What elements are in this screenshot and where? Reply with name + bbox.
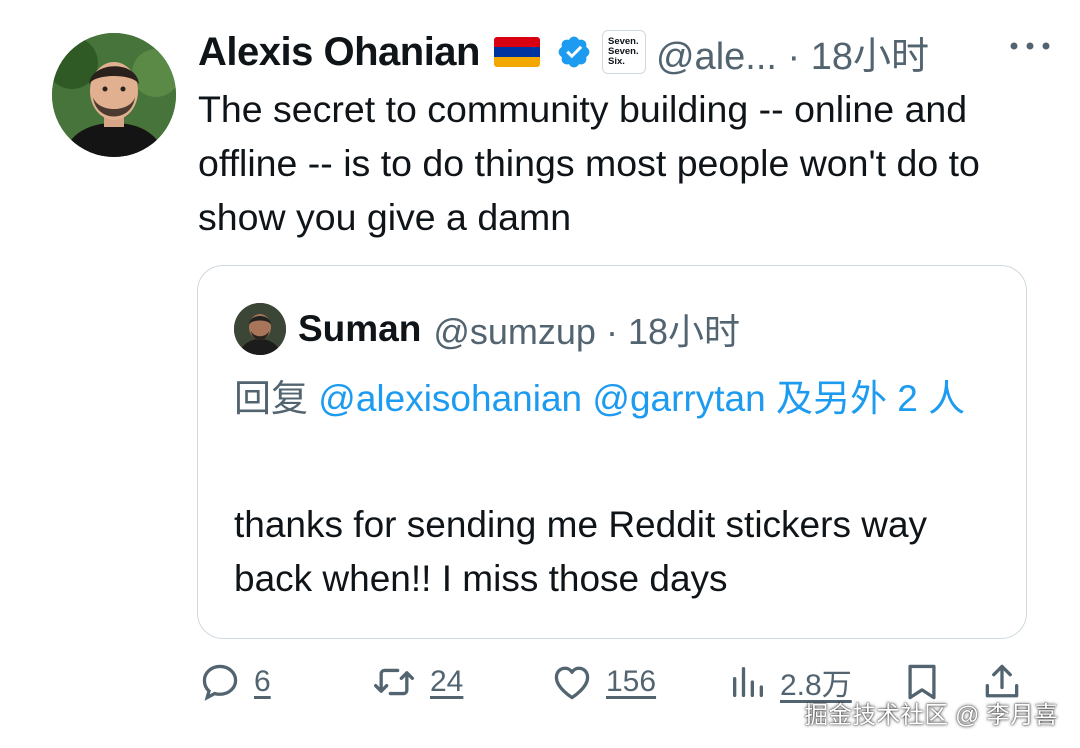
reply-icon bbox=[202, 664, 238, 701]
like-button[interactable]: 156 bbox=[550, 660, 656, 704]
views-bar-chart-icon bbox=[733, 667, 763, 697]
quote-author-name[interactable]: Suman bbox=[298, 308, 421, 350]
author-name[interactable]: Alexis Ohanian bbox=[198, 30, 480, 75]
more-options-icon[interactable] bbox=[1006, 34, 1054, 58]
quote-header: Suman @sumzup · 18小时 bbox=[298, 302, 740, 356]
author-avatar[interactable] bbox=[52, 33, 176, 157]
handle-timestamp[interactable]: @ale... · 18小时 bbox=[656, 25, 929, 80]
retweet-count: 24 bbox=[430, 665, 464, 698]
affiliate-badge[interactable]: Seven. Seven. Six. bbox=[601, 30, 646, 74]
quote-author-avatar[interactable] bbox=[234, 303, 286, 355]
reply-count: 6 bbox=[254, 665, 271, 698]
reply-mentions-link[interactable]: @alexisohanian @garrytan 及另外 2 人 bbox=[318, 378, 965, 419]
quote-text: thanks for sending me Reddit stickers wa… bbox=[234, 504, 928, 599]
tweet-text: The secret to community building -- onli… bbox=[198, 88, 980, 238]
tweet-header: Alexis Ohanian Seven. Seven. Six. @ale..… bbox=[198, 24, 1060, 80]
reply-prefix: 回复 bbox=[234, 378, 319, 419]
reply-button[interactable]: 6 bbox=[198, 660, 271, 704]
like-count: 156 bbox=[606, 665, 657, 698]
armenia-flag-icon bbox=[493, 37, 540, 67]
verified-badge-icon[interactable] bbox=[556, 34, 592, 70]
watermark: 掘金技术社区 @ 李月喜 bbox=[804, 702, 1058, 729]
reply-context: 回复 @alexisohanian @garrytan 及另外 2 人 bbox=[234, 370, 1004, 428]
quoted-tweet[interactable]: Suman @sumzup · 18小时 回复 @alexisohanian @… bbox=[197, 265, 1027, 639]
heart-icon bbox=[554, 666, 590, 700]
retweet-button[interactable]: 24 bbox=[370, 660, 463, 704]
retweet-icon bbox=[374, 668, 414, 696]
quote-handle-timestamp[interactable]: @sumzup · 18小时 bbox=[433, 303, 740, 355]
